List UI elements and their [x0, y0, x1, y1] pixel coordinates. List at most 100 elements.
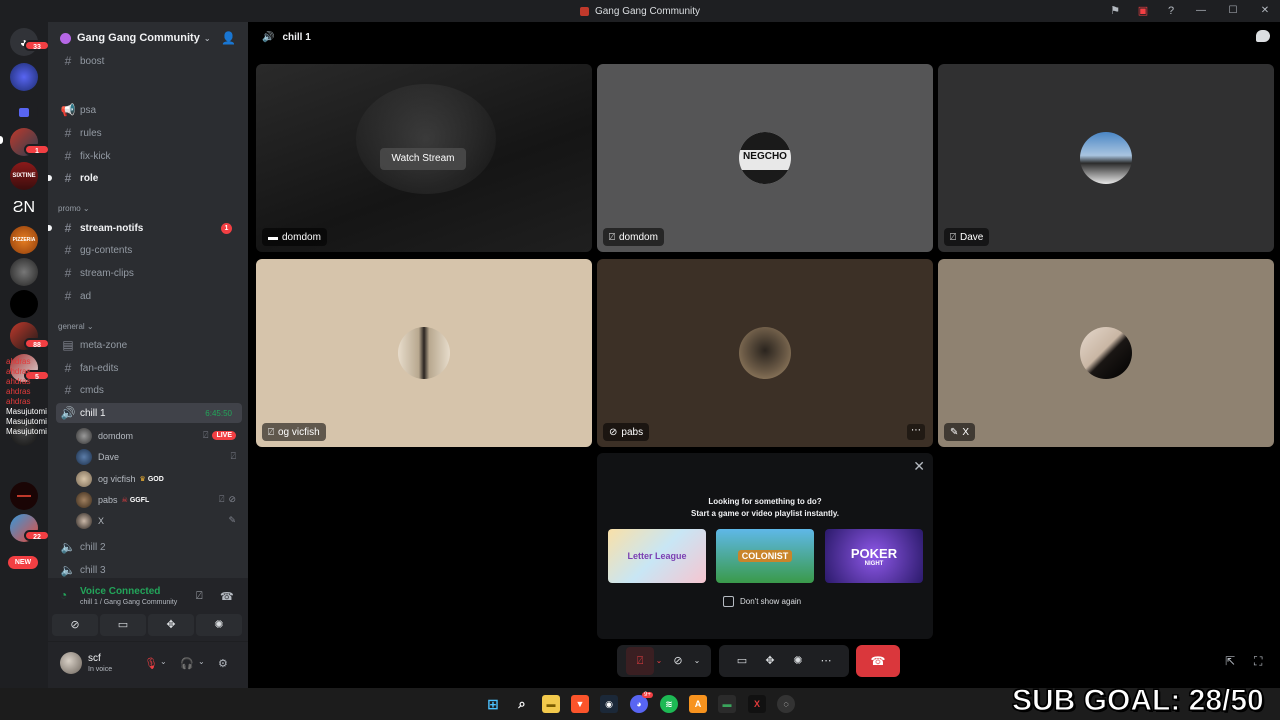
invite-people-icon[interactable]: 👤 — [221, 31, 236, 45]
dont-show-again-checkbox[interactable]: Don't show again — [723, 596, 801, 607]
voice-status[interactable]: Voice Connected — [80, 586, 160, 597]
voice-user-dave[interactable]: Dave ⍁ — [76, 447, 240, 467]
close-icon[interactable]: ✕ — [913, 458, 925, 475]
channel-label: chill 3 — [80, 564, 106, 576]
inbox-icon[interactable]: ▣ — [1136, 4, 1150, 18]
user-avatar — [1080, 327, 1132, 379]
popout-icon[interactable]: ⇱ — [1225, 654, 1235, 668]
voice-location[interactable]: chill 1 / Gang Gang Community — [80, 599, 177, 606]
voice-user-og-vicfish[interactable]: og vicfish ♛ GOD — [76, 469, 240, 489]
channel-rules[interactable]: # rules — [56, 123, 242, 143]
minimize-button[interactable]: — — [1192, 4, 1210, 18]
voice-channel-chill-3[interactable]: 🔈 chill 3 — [56, 560, 242, 580]
chevron-down-icon[interactable]: ⌄ — [160, 657, 167, 666]
folder-icon[interactable] — [10, 98, 38, 126]
server-icon-6[interactable] — [10, 290, 38, 318]
app-icon-x[interactable]: X — [748, 695, 766, 713]
server-icon-pizzeria[interactable]: PIZZERIA — [10, 226, 38, 254]
channel-stream-notifs[interactable]: # stream-notifs 1 — [48, 218, 242, 238]
soundboard-button[interactable]: ✺ — [784, 647, 812, 675]
camera-off-button[interactable]: ⊘ — [664, 647, 692, 675]
user-tile-pabs[interactable]: ⊘ pabs ⋯ — [597, 259, 933, 447]
channel-fix-kick[interactable]: # fix-kick — [56, 146, 242, 166]
channel-meta-zone[interactable]: ▤ meta-zone — [56, 335, 242, 355]
channel-ad[interactable]: # ad — [56, 286, 242, 306]
chevron-down-icon[interactable]: ⌄ — [692, 647, 702, 675]
channel-gg-contents[interactable]: # gg-contents — [56, 240, 242, 260]
brave-browser-icon[interactable]: ▼ — [571, 695, 589, 713]
terminal-icon[interactable]: ▬ — [718, 695, 736, 713]
server-icon-1[interactable] — [10, 63, 38, 91]
stream-tile-domdom[interactable]: Watch Stream ▬ domdom — [256, 64, 592, 252]
search-icon[interactable]: ⌕ — [513, 695, 531, 713]
game-letter-league[interactable]: Letter League — [608, 529, 706, 583]
mention-count: 1 — [221, 223, 232, 234]
app-icon-a[interactable]: A — [689, 695, 707, 713]
channel-cmds[interactable]: # cmds — [56, 380, 242, 400]
channel-stream-clips[interactable]: # stream-clips — [56, 263, 242, 283]
more-options-button[interactable]: ⋯ — [812, 647, 840, 675]
user-tile-x[interactable]: ✎ X — [938, 259, 1274, 447]
game-title: Letter League — [627, 551, 687, 561]
windows-start-icon[interactable]: ⊞ — [484, 695, 502, 713]
user-tile-dave[interactable]: ⍁ Dave — [938, 64, 1274, 252]
close-window-button[interactable]: ✕ — [1256, 4, 1274, 18]
server-icon-sixtine[interactable]: SIXTINE — [10, 162, 38, 190]
voice-channel-chill-1[interactable]: 🔊 chill 1 6:45:50 — [56, 403, 242, 423]
app-icon-record[interactable]: ◌ — [777, 695, 795, 713]
chevron-down-icon[interactable]: ⌄ — [198, 657, 205, 666]
spotify-icon[interactable]: ≋ — [660, 695, 678, 713]
channel-psa[interactable]: 📢 psa — [56, 100, 242, 120]
disconnect-call-button[interactable]: ☎ — [856, 645, 900, 677]
screen-share-button[interactable]: ▭ — [100, 614, 146, 636]
voice-user-x[interactable]: X ✎ — [76, 511, 240, 531]
activities-button[interactable]: ✥ — [756, 647, 784, 675]
server-icon-10[interactable] — [10, 482, 38, 510]
noise-suppression-icon[interactable]: ⍁ — [196, 590, 203, 603]
more-options-button[interactable]: ⋯ — [907, 424, 925, 440]
file-explorer-icon[interactable]: ▬ — [542, 695, 560, 713]
headphones-icon[interactable]: 🎧 — [180, 657, 194, 670]
game-poker-night[interactable]: POKER NIGHT — [825, 529, 923, 583]
chevron-down-icon[interactable]: ⌄ — [654, 647, 664, 675]
watch-stream-button[interactable]: Watch Stream — [380, 148, 466, 170]
hash-icon: # — [64, 383, 72, 397]
steam-icon[interactable]: ◉ — [600, 695, 618, 713]
category-promo[interactable]: promo ⌄ — [58, 204, 90, 213]
voice-user-domdom[interactable]: domdom ⍁ LIVE — [76, 426, 240, 446]
server-icon-gn[interactable]: ƧN — [10, 194, 38, 222]
chat-bubble-icon[interactable] — [1256, 30, 1270, 42]
flag-icon[interactable]: ⚑ — [1108, 4, 1122, 18]
category-general[interactable]: general ⌄ — [58, 322, 94, 331]
server-icon-5[interactable] — [10, 258, 38, 286]
signal-icon[interactable]: ◔ — [60, 588, 67, 602]
voice-channel-chill-2[interactable]: 🔈 chill 2 — [56, 537, 242, 557]
checkbox-box[interactable] — [723, 596, 734, 607]
screen-share-button[interactable]: ▭ — [728, 647, 756, 675]
tile-name: Dave — [960, 231, 984, 243]
channel-role[interactable]: # role — [48, 168, 242, 188]
channel-fan-edits[interactable]: # fan-edits — [56, 358, 242, 378]
user-name[interactable]: scf — [88, 653, 101, 664]
fullscreen-icon[interactable]: ⛶ — [1254, 654, 1262, 669]
mic-muted-button[interactable]: ⍁ — [626, 647, 654, 675]
mic-muted-icon[interactable]: 🎙 — [144, 657, 158, 670]
channel-label: chill 1 — [80, 407, 106, 419]
game-colonist[interactable]: COLONIST — [716, 529, 814, 583]
maximize-button[interactable]: ☐ — [1224, 4, 1242, 18]
disconnect-icon[interactable]: ☎ — [220, 590, 234, 603]
user-tile-domdom[interactable]: NEGCHO ⍁ domdom — [597, 64, 933, 252]
channel-boost[interactable]: # boost — [56, 51, 242, 71]
guild-header[interactable]: Gang Gang Community ⌄ 👤 — [48, 22, 248, 54]
user-tile-og-vicfish[interactable]: ⍁ og vicfish — [256, 259, 592, 447]
soundboard-button[interactable]: ✺ — [196, 614, 242, 636]
user-avatar[interactable] — [60, 652, 82, 674]
tile-label: ⍁ Dave — [944, 228, 990, 246]
help-icon[interactable]: ? — [1164, 4, 1178, 18]
camera-button[interactable]: ⊘ — [52, 614, 98, 636]
user-avatar — [739, 327, 791, 379]
settings-gear-icon[interactable]: ⚙ — [218, 657, 228, 670]
activities-button[interactable]: ✥ — [148, 614, 194, 636]
voice-user-pabs[interactable]: pabs ☠ GGFL ⍁ ⊘ — [76, 490, 240, 510]
hash-icon: # — [64, 266, 72, 280]
